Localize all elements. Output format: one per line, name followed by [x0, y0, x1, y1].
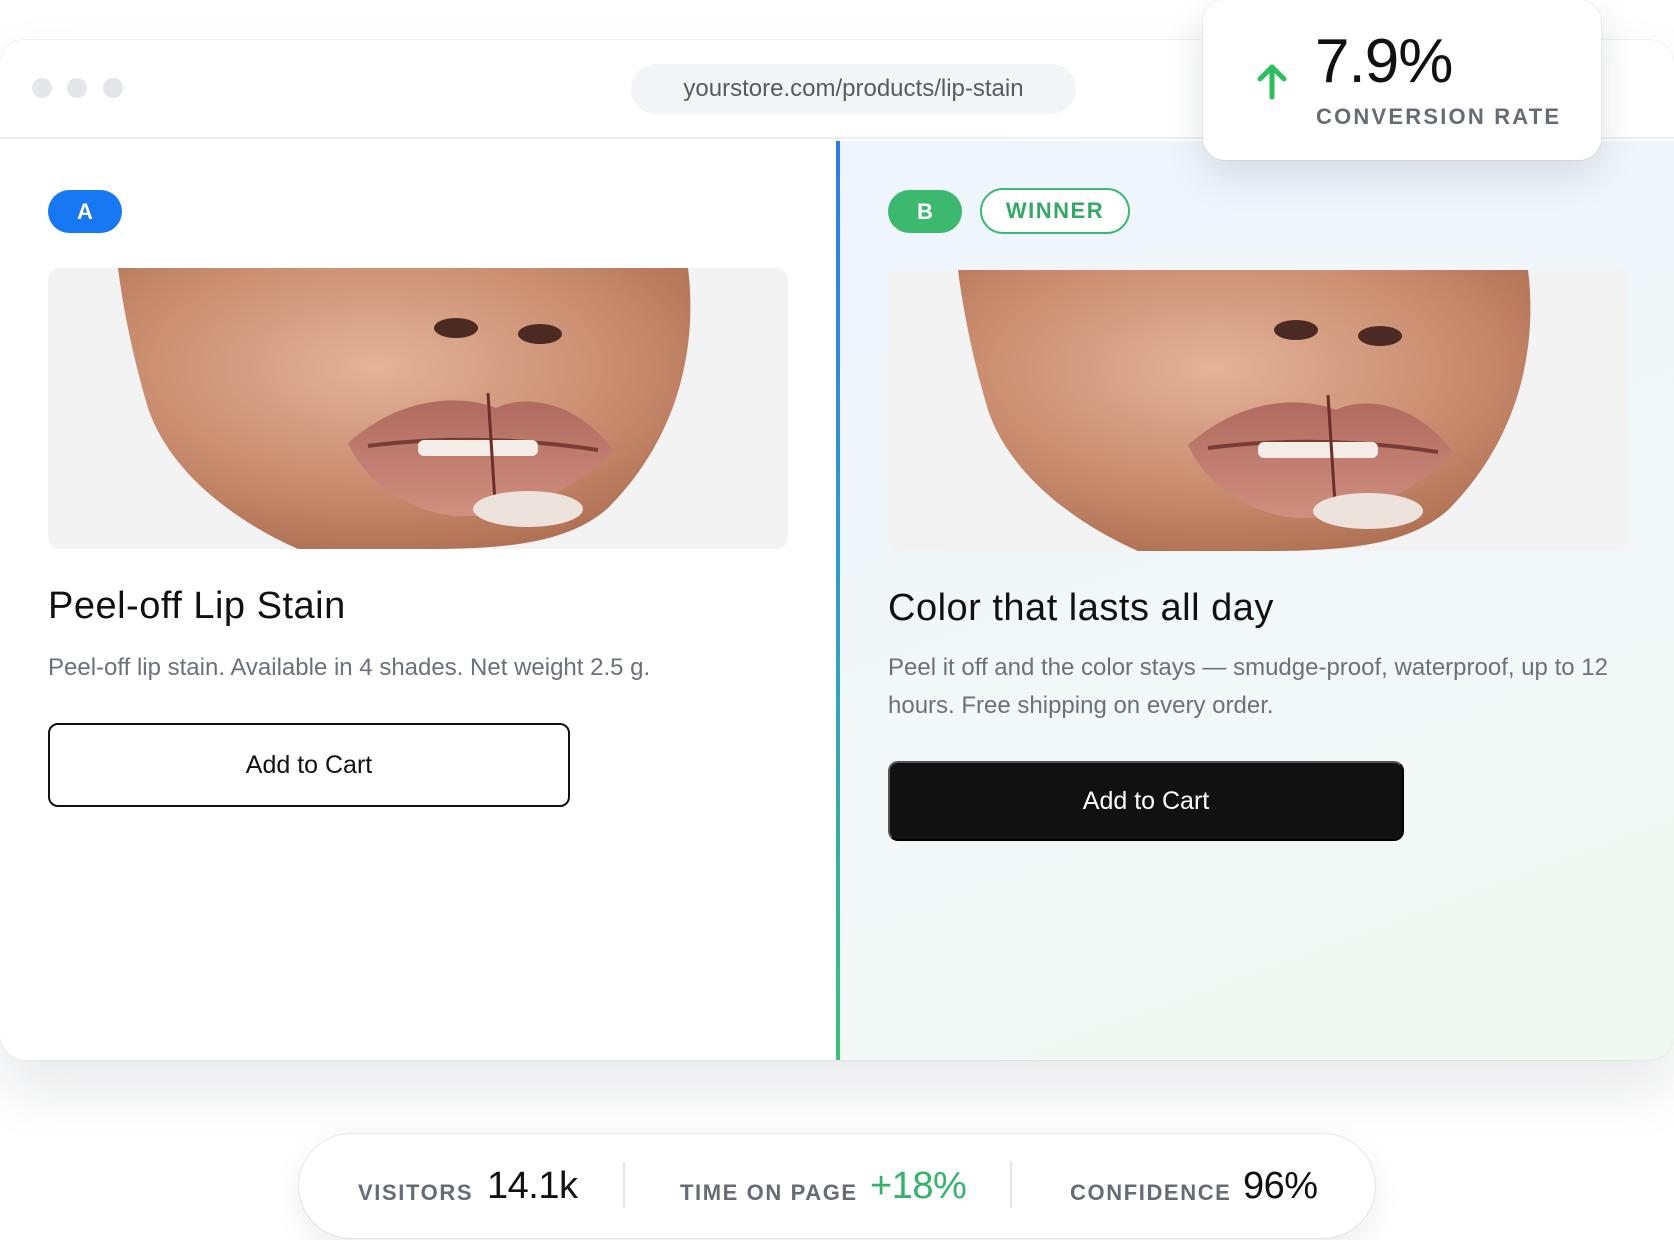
conversion-rate-card: 7.9% CONVERSION RATE [1203, 0, 1601, 160]
add-to-cart-button-a[interactable]: Add to Cart [48, 723, 570, 807]
stats-divider [1010, 1162, 1012, 1208]
add-to-cart-button-b[interactable]: Add to Cart [888, 761, 1404, 841]
product-title-a: Peel-off Lip Stain [48, 585, 346, 627]
variant-a-panel: A Peel-off Lip Stain Peel-off lip stain.… [0, 141, 836, 1060]
arrow-up-icon [1257, 64, 1287, 100]
conversion-rate-value: 7.9% [1315, 27, 1453, 96]
visitors-label: VISITORS [358, 1180, 474, 1205]
product-title-b: Color that lasts all day [888, 587, 1274, 629]
product-description-b: Peel it off and the color stays — smudge… [888, 654, 1608, 719]
conversion-rate-label: CONVERSION RATE [1316, 104, 1562, 129]
lips-photo [48, 268, 788, 549]
variant-b-panel: B WINNER Color that lasts all day Peel i… [840, 141, 1674, 1060]
time-on-page-value: +18% [870, 1165, 967, 1207]
window-close-dot[interactable] [32, 78, 52, 98]
window-maximize-dot[interactable] [103, 78, 123, 98]
url-text: yourstore.com/products/lip-stain [683, 75, 1024, 102]
product-description-a: Peel-off lip stain. Available in 4 shade… [48, 654, 651, 681]
url-bar[interactable]: yourstore.com/products/lip-stain [631, 64, 1076, 114]
visitors-value: 14.1k [487, 1165, 578, 1207]
stats-divider [623, 1162, 625, 1208]
lips-photo [888, 270, 1628, 551]
window-minimize-dot[interactable] [67, 78, 87, 98]
variant-b-badge: B [888, 190, 962, 233]
variant-panels: A Peel-off Lip Stain Peel-off lip stain.… [0, 141, 1674, 1060]
variant-a-badge: A [48, 190, 122, 233]
time-on-page-label: TIME ON PAGE [680, 1180, 858, 1205]
winner-badge: WINNER [980, 188, 1130, 234]
confidence-value: 96% [1243, 1165, 1318, 1207]
product-photo-b [888, 270, 1628, 551]
browser-window: yourstore.com/products/lip-stain A Peel-… [0, 40, 1674, 1060]
confidence-label: CONFIDENCE [1070, 1180, 1232, 1205]
product-photo-a [48, 268, 788, 549]
stats-bar: VISITORS 14.1k TIME ON PAGE +18% CONFIDE… [299, 1134, 1375, 1238]
ab-test-showcase: yourstore.com/products/lip-stain A Peel-… [0, 0, 1674, 1240]
